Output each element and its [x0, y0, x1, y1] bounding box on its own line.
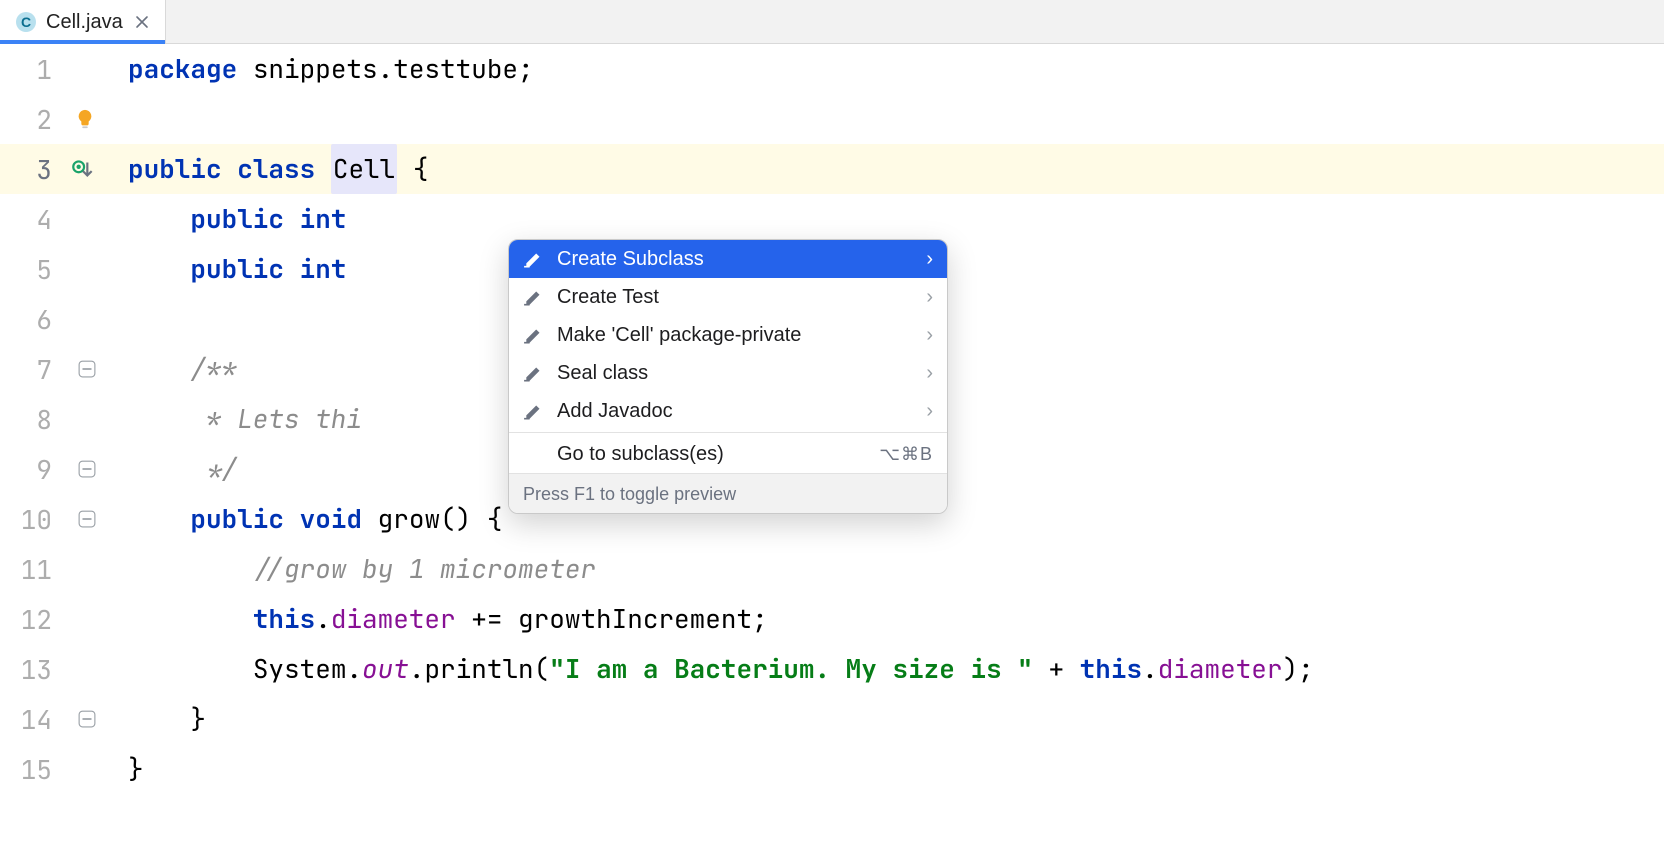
pencil-icon	[523, 324, 545, 346]
line-number[interactable]: 2	[0, 94, 108, 144]
line-number[interactable]: 5	[0, 244, 108, 294]
intention-add-javadoc[interactable]: Add Javadoc ›	[509, 392, 947, 430]
line-number[interactable]: 12	[0, 594, 108, 644]
line-number[interactable]: 1	[0, 44, 108, 94]
editor-window: C Cell.java 1 2 3 4 5	[0, 0, 1664, 866]
line-number[interactable]: 13	[0, 644, 108, 694]
tab-filename: Cell.java	[46, 12, 123, 32]
code-line[interactable]: System.out.println("I am a Bacterium. My…	[108, 644, 1664, 694]
line-number[interactable]: 10	[0, 494, 108, 544]
intention-actions-popup: Create Subclass › Create Test › Make 'Ce…	[508, 239, 948, 514]
class-name-selection: Cell	[331, 144, 397, 194]
code-line[interactable]: package snippets.testtube;	[108, 44, 1664, 94]
code-line[interactable]: public class Cell {	[108, 144, 1664, 194]
line-number[interactable]: 9	[0, 444, 108, 494]
intention-bulb-icon[interactable]	[74, 108, 96, 130]
tab-bar: C Cell.java	[0, 0, 1664, 44]
keyboard-shortcut: ⌥⌘B	[879, 429, 933, 479]
code-line[interactable]: }	[108, 744, 1664, 794]
gutter: 1 2 3 4 5 6 7 8 9	[0, 44, 108, 866]
line-number[interactable]: 8	[0, 394, 108, 444]
pencil-icon	[523, 286, 545, 308]
code-line[interactable]	[108, 94, 1664, 144]
code-line[interactable]: //grow by 1 micrometer	[108, 544, 1664, 594]
file-tab[interactable]: C Cell.java	[0, 0, 166, 43]
has-implementations-icon[interactable]	[70, 156, 96, 182]
code-line[interactable]: this.diameter += growthIncrement;	[108, 594, 1664, 644]
editor-area[interactable]: 1 2 3 4 5 6 7 8 9	[0, 44, 1664, 866]
line-number[interactable]: 11	[0, 544, 108, 594]
line-number[interactable]: 7	[0, 344, 108, 394]
fold-toggle-icon[interactable]	[78, 710, 96, 728]
line-number[interactable]: 4	[0, 194, 108, 244]
close-icon	[135, 15, 149, 29]
fold-toggle-icon[interactable]	[78, 460, 96, 478]
code-line[interactable]: public int	[108, 194, 1664, 244]
code-line[interactable]: }	[108, 694, 1664, 744]
pencil-icon	[523, 362, 545, 384]
line-number[interactable]: 6	[0, 294, 108, 344]
line-number[interactable]: 3	[0, 144, 108, 194]
pencil-icon	[523, 248, 545, 270]
java-class-icon: C	[16, 12, 36, 32]
fold-toggle-icon[interactable]	[78, 360, 96, 378]
close-tab-button[interactable]	[133, 13, 151, 31]
popup-footer-hint: Press F1 to toggle preview	[509, 473, 947, 513]
pencil-icon	[523, 400, 545, 422]
line-number[interactable]: 14	[0, 694, 108, 744]
fold-toggle-icon[interactable]	[78, 510, 96, 528]
line-number[interactable]: 15	[0, 744, 108, 794]
code-viewport[interactable]: package snippets.testtube; public class …	[108, 44, 1664, 866]
goto-subclasses[interactable]: Go to subclass(es) ⌥⌘B	[509, 435, 947, 473]
